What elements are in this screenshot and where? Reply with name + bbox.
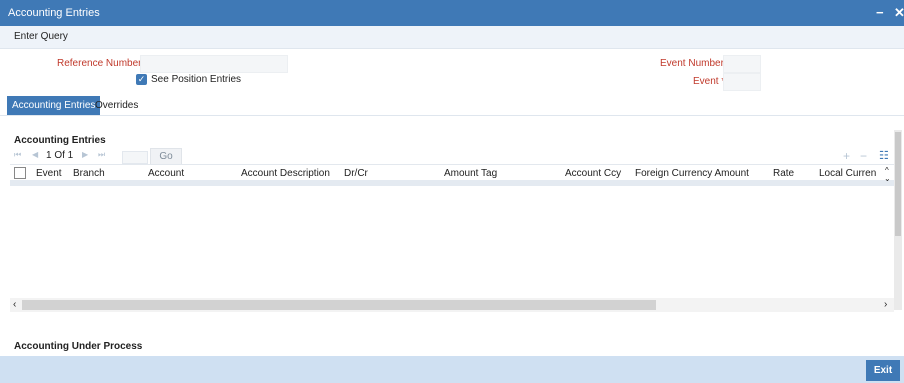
first-page-icon[interactable]: ⏮: [14, 150, 21, 160]
prev-page-icon[interactable]: ◀: [32, 150, 38, 159]
grid-toolbar: ⏮ ◀ 1 Of 1 ▶ ⏭ Go + − ☷: [10, 148, 894, 165]
tab-divider: [0, 115, 904, 116]
column-header[interactable]: Branch: [73, 168, 105, 179]
page-number-input[interactable]: [122, 151, 148, 164]
column-header[interactable]: Rate: [773, 168, 794, 179]
column-header[interactable]: Amount Tag: [444, 168, 497, 179]
column-header[interactable]: Local Curren: [819, 168, 879, 179]
exit-button[interactable]: Exit: [866, 360, 900, 381]
grid-body: [10, 186, 894, 298]
see-position-entries-label: See Position Entries: [151, 74, 242, 85]
column-header[interactable]: Account Ccy: [565, 168, 621, 179]
tab-accounting-entries[interactable]: Accounting Entries: [7, 96, 101, 115]
scroll-left-icon[interactable]: ‹: [13, 299, 16, 310]
window-title: Accounting Entries: [8, 7, 100, 19]
enter-query-button[interactable]: Enter Query: [14, 31, 68, 42]
column-header[interactable]: Account Description: [241, 168, 330, 179]
reference-number-label: Reference Number *: [57, 58, 148, 69]
column-header[interactable]: Event: [36, 168, 62, 179]
toolbar: Enter Query: [0, 26, 904, 49]
event-field[interactable]: [723, 73, 761, 91]
scroll-down-icon[interactable]: ⌄: [884, 174, 891, 183]
view-icon[interactable]: ☷: [879, 149, 889, 162]
window-titlebar: Accounting Entries − ✕: [0, 0, 904, 26]
checkbox-checked-icon[interactable]: ✓: [136, 74, 147, 85]
add-row-icon[interactable]: +: [843, 149, 850, 163]
accounting-entries-title: Accounting Entries: [14, 135, 106, 146]
column-header[interactable]: Dr/Cr: [344, 168, 368, 179]
vertical-scroll-thumb[interactable]: [895, 132, 901, 236]
page-indicator: 1 Of 1: [46, 150, 74, 161]
event-number-field[interactable]: [723, 55, 761, 73]
tab-overrides[interactable]: Overrides: [90, 96, 143, 115]
event-number-label: Event Number *: [660, 58, 731, 69]
column-header[interactable]: Account: [148, 168, 184, 179]
last-page-icon[interactable]: ⏭: [98, 150, 105, 160]
close-icon[interactable]: ✕: [894, 5, 904, 21]
footer-bar: [0, 356, 904, 383]
grid-header: Event Branch Account Account Description…: [10, 164, 894, 181]
select-all-checkbox[interactable]: [14, 167, 26, 179]
reference-number-field[interactable]: [140, 55, 288, 73]
delete-row-icon[interactable]: −: [860, 149, 867, 163]
next-page-icon[interactable]: ▶: [82, 150, 88, 159]
horizontal-scroll-thumb[interactable]: [22, 300, 656, 310]
column-header[interactable]: Foreign Currency Amount: [635, 168, 749, 179]
event-label: Event *: [693, 76, 725, 87]
accounting-under-process-title: Accounting Under Process: [14, 341, 143, 352]
minimize-icon[interactable]: −: [876, 5, 884, 20]
go-button[interactable]: Go: [150, 148, 182, 165]
scroll-right-icon[interactable]: ›: [884, 299, 887, 310]
